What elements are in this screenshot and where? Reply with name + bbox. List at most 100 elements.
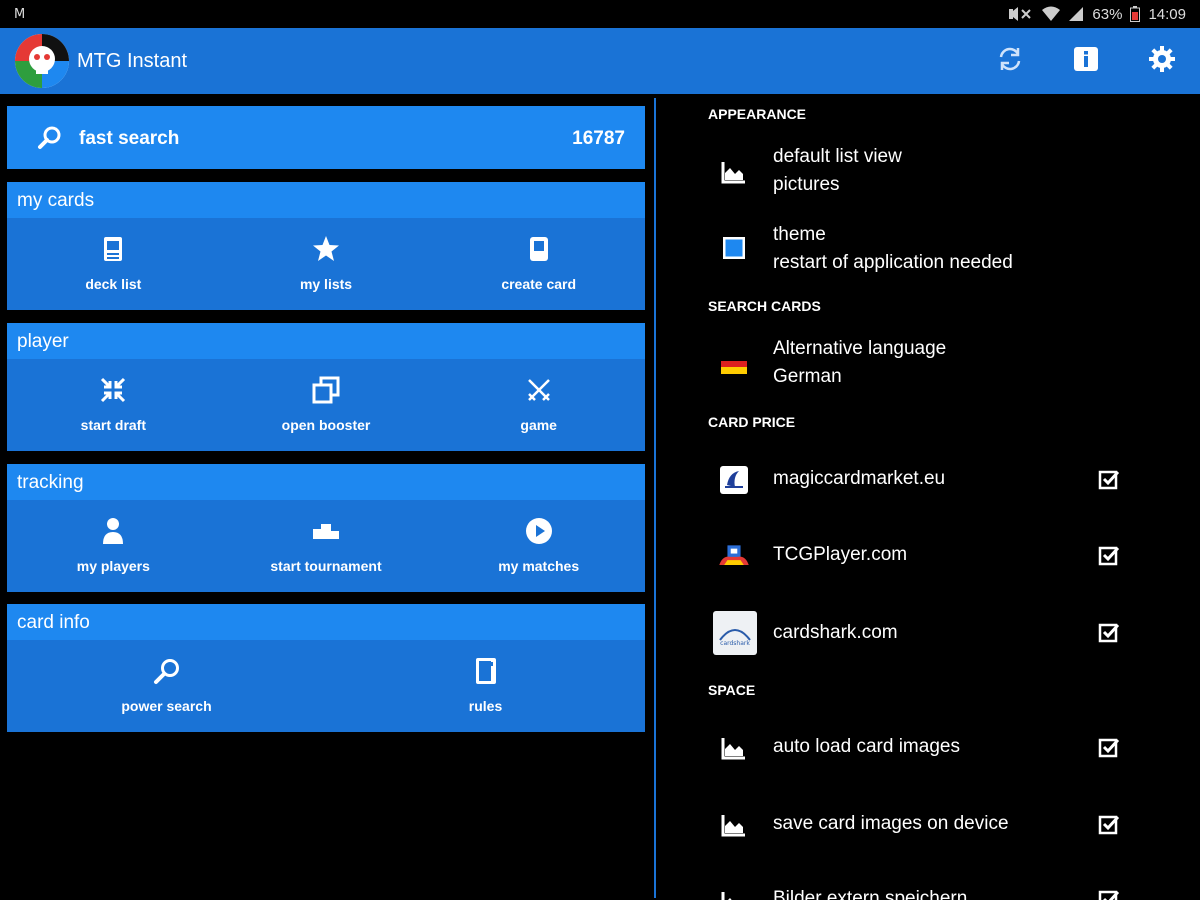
start-draft-button[interactable]: start draft — [7, 359, 220, 451]
create-card-button[interactable]: create card — [432, 218, 645, 310]
pref-save-card-images[interactable]: save card images on device — [656, 801, 1200, 849]
pref-title: save card images on device — [773, 813, 1009, 834]
search-icon — [37, 125, 63, 156]
pref-title: Alternative language — [773, 338, 947, 359]
person-icon — [101, 516, 125, 546]
card-icon — [528, 234, 550, 264]
tile-label: my lists — [299, 276, 353, 292]
status-bar: M 63% 14:09 — [0, 0, 1200, 28]
battery-percent: 63% — [1092, 5, 1123, 23]
image-icon — [716, 730, 752, 766]
card-count: 16787 — [572, 128, 625, 149]
status-icons: 63% 14:09 — [1008, 6, 1186, 23]
wifi-icon — [1042, 6, 1061, 22]
fast-search-button[interactable]: fast search 16787 — [7, 106, 645, 169]
pref-title: magiccardmarket.eu — [773, 468, 946, 489]
checkbox-checked-icon[interactable] — [1098, 814, 1120, 836]
signal-icon — [1068, 6, 1084, 22]
section-my-cards: my cards deck list my lists create card — [7, 182, 645, 310]
collapse-arrows-icon — [99, 375, 127, 405]
tile-label: start draft — [80, 417, 147, 433]
my-lists-button[interactable]: my lists — [220, 218, 433, 310]
checkbox-checked-icon[interactable] — [1098, 469, 1120, 491]
pref-value: pictures — [773, 174, 840, 195]
tile-label: my matches — [498, 558, 580, 574]
search-icon — [153, 656, 181, 686]
pref-title: TCGPlayer.com — [773, 544, 908, 565]
checkbox-checked-icon[interactable] — [1098, 545, 1120, 567]
refresh-icon — [996, 45, 1024, 78]
info-icon — [1073, 46, 1099, 77]
pref-theme[interactable]: theme restart of application needed — [656, 220, 1200, 284]
checkbox-checked-icon[interactable] — [1098, 889, 1120, 900]
tile-label: my players — [76, 558, 150, 574]
app-bar: MTG Instant — [0, 28, 1200, 94]
mute-icon — [1008, 6, 1034, 22]
my-players-button[interactable]: my players — [7, 500, 220, 592]
color-square-icon — [716, 230, 752, 266]
rules-button[interactable]: rules — [326, 640, 645, 732]
start-tournament-button[interactable]: start tournament — [220, 500, 433, 592]
pref-title: default list view — [773, 146, 902, 167]
cardshark-logo-icon: cardshark — [712, 610, 758, 656]
category-card-price: CARD PRICE — [708, 414, 796, 430]
pref-title: auto load card images — [773, 736, 960, 757]
power-search-button[interactable]: power search — [7, 640, 326, 732]
booster-icon — [312, 375, 340, 405]
pref-tcgplayer[interactable]: TCGPlayer.com — [656, 532, 1200, 580]
pref-magiccardmarket[interactable]: magiccardmarket.eu — [656, 456, 1200, 504]
pref-value: restart of application needed — [773, 252, 1013, 273]
category-appearance: APPEARANCE — [708, 106, 807, 122]
section-title: player — [7, 323, 645, 359]
section-title: card info — [7, 604, 645, 640]
game-button[interactable]: game — [432, 359, 645, 451]
settings-button[interactable] — [1124, 28, 1200, 94]
section-title: my cards — [7, 182, 645, 218]
tile-label: game — [520, 417, 557, 433]
checkbox-checked-icon[interactable] — [1098, 622, 1120, 644]
info-button[interactable] — [1048, 28, 1124, 94]
refresh-button[interactable] — [972, 28, 1048, 94]
checkbox-checked-icon[interactable] — [1098, 737, 1120, 759]
play-circle-icon — [525, 516, 553, 546]
section-tracking: tracking my players start tournament my … — [7, 464, 645, 592]
pref-title: Bilder extern speichern — [773, 888, 968, 900]
podium-icon — [312, 516, 340, 546]
image-icon — [716, 884, 752, 900]
tile-label: rules — [468, 698, 503, 714]
book-icon — [474, 656, 498, 686]
open-booster-button[interactable]: open booster — [220, 359, 433, 451]
settings-panel: APPEARANCE default list view pictures th… — [656, 94, 1200, 900]
tile-label: create card — [501, 276, 577, 292]
pref-bilder-extern-speichern[interactable]: Bilder extern speichern — [656, 878, 1200, 900]
category-space: SPACE — [708, 682, 756, 698]
settings-icon — [1148, 45, 1176, 78]
deck-list-button[interactable]: deck list — [7, 218, 220, 310]
section-title: tracking — [7, 464, 645, 500]
battery-icon — [1130, 6, 1141, 22]
tile-label: power search — [121, 698, 212, 714]
pref-title: cardshark.com — [773, 622, 898, 643]
magiccardmarket-logo-icon — [716, 462, 752, 498]
tile-label: open booster — [281, 417, 371, 433]
tile-label: deck list — [85, 276, 142, 292]
pref-auto-load-card-images[interactable]: auto load card images — [656, 724, 1200, 772]
image-icon — [716, 154, 752, 190]
swords-icon — [525, 375, 553, 405]
pref-value: German — [773, 366, 842, 387]
deck-list-icon — [101, 234, 125, 264]
star-icon — [312, 234, 340, 264]
pref-cardshark[interactable]: cardshark cardshark.com — [656, 606, 1200, 662]
section-player: player start draft open booster game — [7, 323, 645, 451]
tile-label: start tournament — [270, 558, 382, 574]
pref-title: theme — [773, 224, 826, 245]
tcgplayer-logo-icon — [716, 538, 752, 574]
my-matches-button[interactable]: my matches — [432, 500, 645, 592]
pref-alternative-language[interactable]: Alternative language German — [656, 334, 1200, 398]
german-flag-icon — [716, 346, 752, 382]
fast-search-label: fast search — [79, 128, 180, 149]
clock: 14:09 — [1148, 5, 1186, 23]
svg-text:cardshark: cardshark — [720, 640, 750, 647]
pref-default-list-view[interactable]: default list view pictures — [656, 142, 1200, 210]
status-notification-glyph: M — [14, 6, 26, 22]
